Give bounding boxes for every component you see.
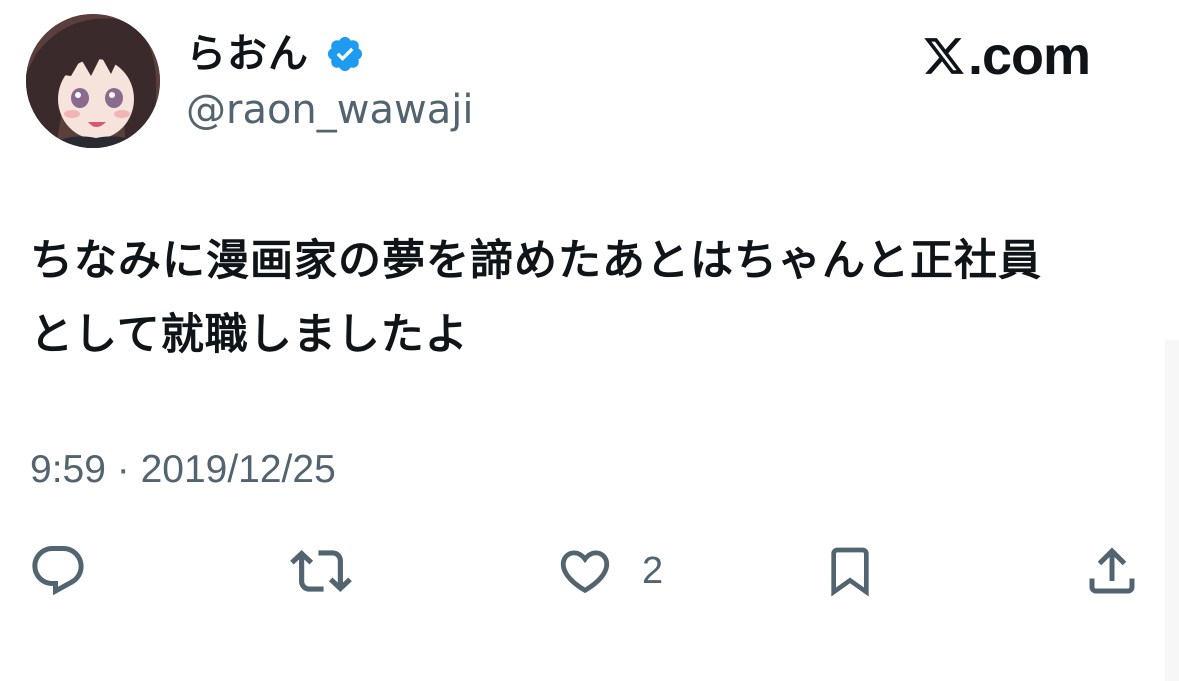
retweet-icon — [290, 540, 352, 602]
tweet-card: らおん @raon_wawaji .com ちなみに漫画家の夢を諦めたあとはちゃ… — [0, 0, 1179, 681]
x-brand-icon — [922, 34, 966, 78]
edge-shadow — [1165, 340, 1179, 681]
like-count: 2 — [642, 549, 664, 592]
verified-badge-icon — [325, 34, 365, 74]
action-bar: 2 — [0, 536, 1179, 616]
x-logo: .com — [922, 26, 1091, 86]
avatar[interactable] — [26, 14, 160, 148]
tweet-timestamp[interactable]: 9:59 · 2019/12/25 — [30, 444, 336, 496]
brand-domain: .com — [968, 26, 1091, 86]
retweet-button[interactable] — [290, 536, 352, 606]
heart-icon — [556, 542, 614, 600]
author-name-row[interactable]: らおん — [186, 28, 365, 80]
bookmark-icon — [822, 539, 878, 603]
like-button[interactable]: 2 — [556, 536, 663, 606]
reply-button[interactable] — [28, 536, 88, 606]
bookmark-button[interactable] — [822, 536, 878, 606]
tweet-text: ちなみに漫画家の夢を諦めたあとはちゃんと正社員 として就職しましたよ — [30, 236, 1042, 360]
share-button[interactable] — [1082, 536, 1142, 606]
author-handle[interactable]: @raon_wawaji — [186, 82, 473, 138]
display-name[interactable]: らおん — [186, 28, 309, 80]
share-icon — [1082, 541, 1142, 601]
reply-icon — [28, 541, 88, 601]
